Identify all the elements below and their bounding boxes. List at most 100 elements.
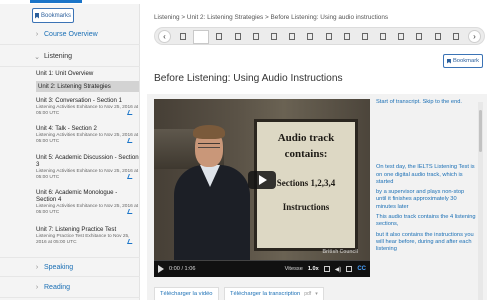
section-label: Speaking bbox=[44, 263, 74, 271]
unit-navigation-bar: ‹ › bbox=[154, 27, 485, 134]
transcript-scrollbar[interactable] bbox=[478, 102, 483, 300]
bookmarks-button[interactable]: Bookmarks bbox=[32, 8, 74, 23]
section-speaking[interactable]: › Speaking bbox=[0, 257, 140, 277]
presenter bbox=[174, 125, 250, 261]
download-video-button[interactable]: Télécharger la vidéo bbox=[154, 287, 219, 300]
unit-due-date: Listening Activities Exhitance to Nov 25… bbox=[36, 105, 139, 116]
volume-icon[interactable]: ◀) bbox=[335, 266, 342, 273]
sequence-tab-8[interactable] bbox=[302, 30, 318, 44]
sequence-tab-3[interactable] bbox=[211, 30, 227, 44]
sequence-tab-15[interactable] bbox=[430, 30, 446, 44]
section-label: Reading bbox=[44, 284, 71, 291]
sequence-tab-9[interactable] bbox=[321, 30, 337, 44]
unit-due-date: Listening Activities Exhitance to Nov 25… bbox=[36, 133, 139, 144]
chevron-left-icon: ‹ bbox=[163, 32, 166, 41]
chevron-right-icon: › bbox=[35, 263, 39, 271]
sequence-tab-6[interactable] bbox=[266, 30, 282, 44]
closed-captions-button[interactable]: CC bbox=[357, 266, 366, 272]
page-icon bbox=[361, 33, 368, 40]
active-tab-indicator bbox=[30, 0, 82, 3]
page-icon bbox=[252, 33, 259, 40]
play-icon bbox=[259, 175, 267, 185]
fullscreen-icon[interactable] bbox=[323, 266, 330, 272]
chevron-down-icon: ⌄ bbox=[34, 53, 40, 61]
sequence-tab-16[interactable] bbox=[448, 30, 464, 44]
bookmark-button[interactable]: Bookmark bbox=[443, 54, 483, 68]
chevron-right-icon: › bbox=[35, 284, 39, 291]
board-line: Audio track bbox=[277, 132, 335, 144]
speed-value[interactable]: 1.0x bbox=[308, 266, 319, 272]
sidebar-unit-4[interactable]: Unit 4: Talk - Section 2 Listening Activ… bbox=[36, 125, 139, 145]
sequence-tab-14[interactable] bbox=[411, 30, 427, 44]
unit-due-date: Listening Activities Exhitance to Nov 25… bbox=[36, 204, 139, 215]
download-transcript-button[interactable]: Télécharger la transcription pdf ▾ bbox=[224, 287, 324, 300]
section-reading[interactable]: › Reading bbox=[0, 278, 140, 298]
sequence-tab-4[interactable] bbox=[230, 30, 246, 44]
presenter-glasses bbox=[198, 143, 220, 148]
unit-sequence-tabs bbox=[175, 29, 464, 134]
unit-title: Unit 4: Talk - Section 2 bbox=[36, 125, 97, 132]
previous-button[interactable]: ‹ bbox=[158, 30, 171, 43]
transcript-panel: Start of transcript. Skip to the end. On… bbox=[376, 99, 476, 300]
chevron-right-icon: › bbox=[35, 31, 39, 38]
scrollbar-thumb[interactable] bbox=[479, 110, 482, 152]
page-icon bbox=[325, 33, 332, 40]
hd-icon[interactable] bbox=[346, 266, 353, 272]
sequence-tab-13[interactable] bbox=[393, 30, 409, 44]
sidebar-topbar bbox=[0, 0, 140, 4]
transcript-format[interactable]: pdf bbox=[304, 291, 311, 297]
sequence-tab-2[interactable] bbox=[193, 29, 336, 134]
sequence-tab-10[interactable] bbox=[339, 30, 355, 44]
video-controls: 0:00 / 1:06 Vitesse 1.0x ◀) CC bbox=[154, 261, 370, 277]
section-listening[interactable]: ⌄ Listening bbox=[0, 47, 140, 67]
bookmark-icon bbox=[446, 58, 451, 64]
page-icon bbox=[434, 33, 441, 40]
transcript-skip-link[interactable]: Start of transcript. Skip to the end. bbox=[376, 99, 476, 106]
presenter-hair bbox=[193, 125, 225, 139]
sidebar-unit-2[interactable]: Unit 2: Listening Strategies bbox=[36, 81, 139, 92]
sidebar-unit-3[interactable]: Unit 3: Conversation - Section 1 Listeni… bbox=[36, 97, 139, 117]
sequence-tab-12[interactable] bbox=[375, 30, 391, 44]
bookmark-icon bbox=[34, 12, 39, 19]
page-icon bbox=[416, 33, 423, 40]
sidebar-unit-5[interactable]: Unit 5: Academic Discussion - Section 3 … bbox=[36, 154, 139, 181]
download-video-label: Télécharger la vidéo bbox=[160, 291, 213, 297]
section-label: Course Overview bbox=[44, 31, 98, 38]
unit-title: Unit 2: Listening Strategies bbox=[38, 83, 111, 90]
sequence-tab-7[interactable] bbox=[284, 30, 300, 44]
sequence-tab-11[interactable] bbox=[357, 30, 373, 44]
section-label: Listening bbox=[44, 53, 73, 60]
unit-title: Unit 5: Academic Discussion - Section 3 bbox=[36, 154, 139, 168]
play-overlay-button[interactable] bbox=[248, 171, 276, 189]
unit-due-date: Listening Activities Exhitance to Nov 25… bbox=[36, 169, 139, 180]
page-icon bbox=[398, 33, 405, 40]
transcript-line[interactable]: On test day, the IELTS Listening Test is… bbox=[376, 164, 476, 186]
video-time: 0:00 / 1:06 bbox=[169, 266, 196, 272]
video-brand-watermark: British Council bbox=[322, 249, 358, 255]
transcript-line[interactable]: This audio track contains the 4 listenin… bbox=[376, 214, 476, 229]
sidebar-unit-7[interactable]: Unit 7: Listening Practice Test Listenin… bbox=[36, 226, 139, 246]
next-button[interactable]: › bbox=[468, 30, 481, 43]
board-line: Instructions bbox=[282, 202, 330, 212]
transcript-line[interactable]: but it also contains the instructions yo… bbox=[376, 232, 476, 254]
page-title: Before Listening: Using Audio Instructio… bbox=[154, 73, 343, 84]
course-sidebar: Bookmarks › Course Overview ⌄ Listening … bbox=[0, 0, 140, 300]
bookmark-label: Bookmark bbox=[452, 58, 480, 64]
page-icon bbox=[380, 33, 387, 40]
unit-title: Unit 7: Listening Practice Test bbox=[36, 226, 117, 233]
speed-label: Vitesse bbox=[284, 266, 303, 272]
section-course-overview[interactable]: › Course Overview bbox=[0, 25, 140, 45]
page-icon bbox=[216, 33, 223, 40]
download-transcript-label: Télécharger la transcription bbox=[230, 291, 301, 297]
sequence-tab-5[interactable] bbox=[248, 30, 264, 44]
play-icon[interactable] bbox=[158, 265, 164, 273]
sequence-tab-1[interactable] bbox=[175, 30, 191, 44]
transcript-line[interactable]: by a supervisor and plays non-stop until… bbox=[376, 189, 476, 211]
page-icon bbox=[234, 33, 241, 40]
unit-title: Unit 3: Conversation - Section 1 bbox=[36, 97, 123, 104]
video-player[interactable]: Audio track contains: Sections 1,2,3,4 I… bbox=[154, 99, 370, 277]
sidebar-unit-6[interactable]: Unit 6: Academic Monologue - Section 4 L… bbox=[36, 189, 139, 216]
sidebar-unit-1[interactable]: Unit 1: Unit Overview bbox=[36, 70, 139, 77]
page-icon bbox=[343, 33, 350, 40]
breadcrumb[interactable]: Listening > Unit 2: Listening Strategies… bbox=[154, 14, 388, 21]
